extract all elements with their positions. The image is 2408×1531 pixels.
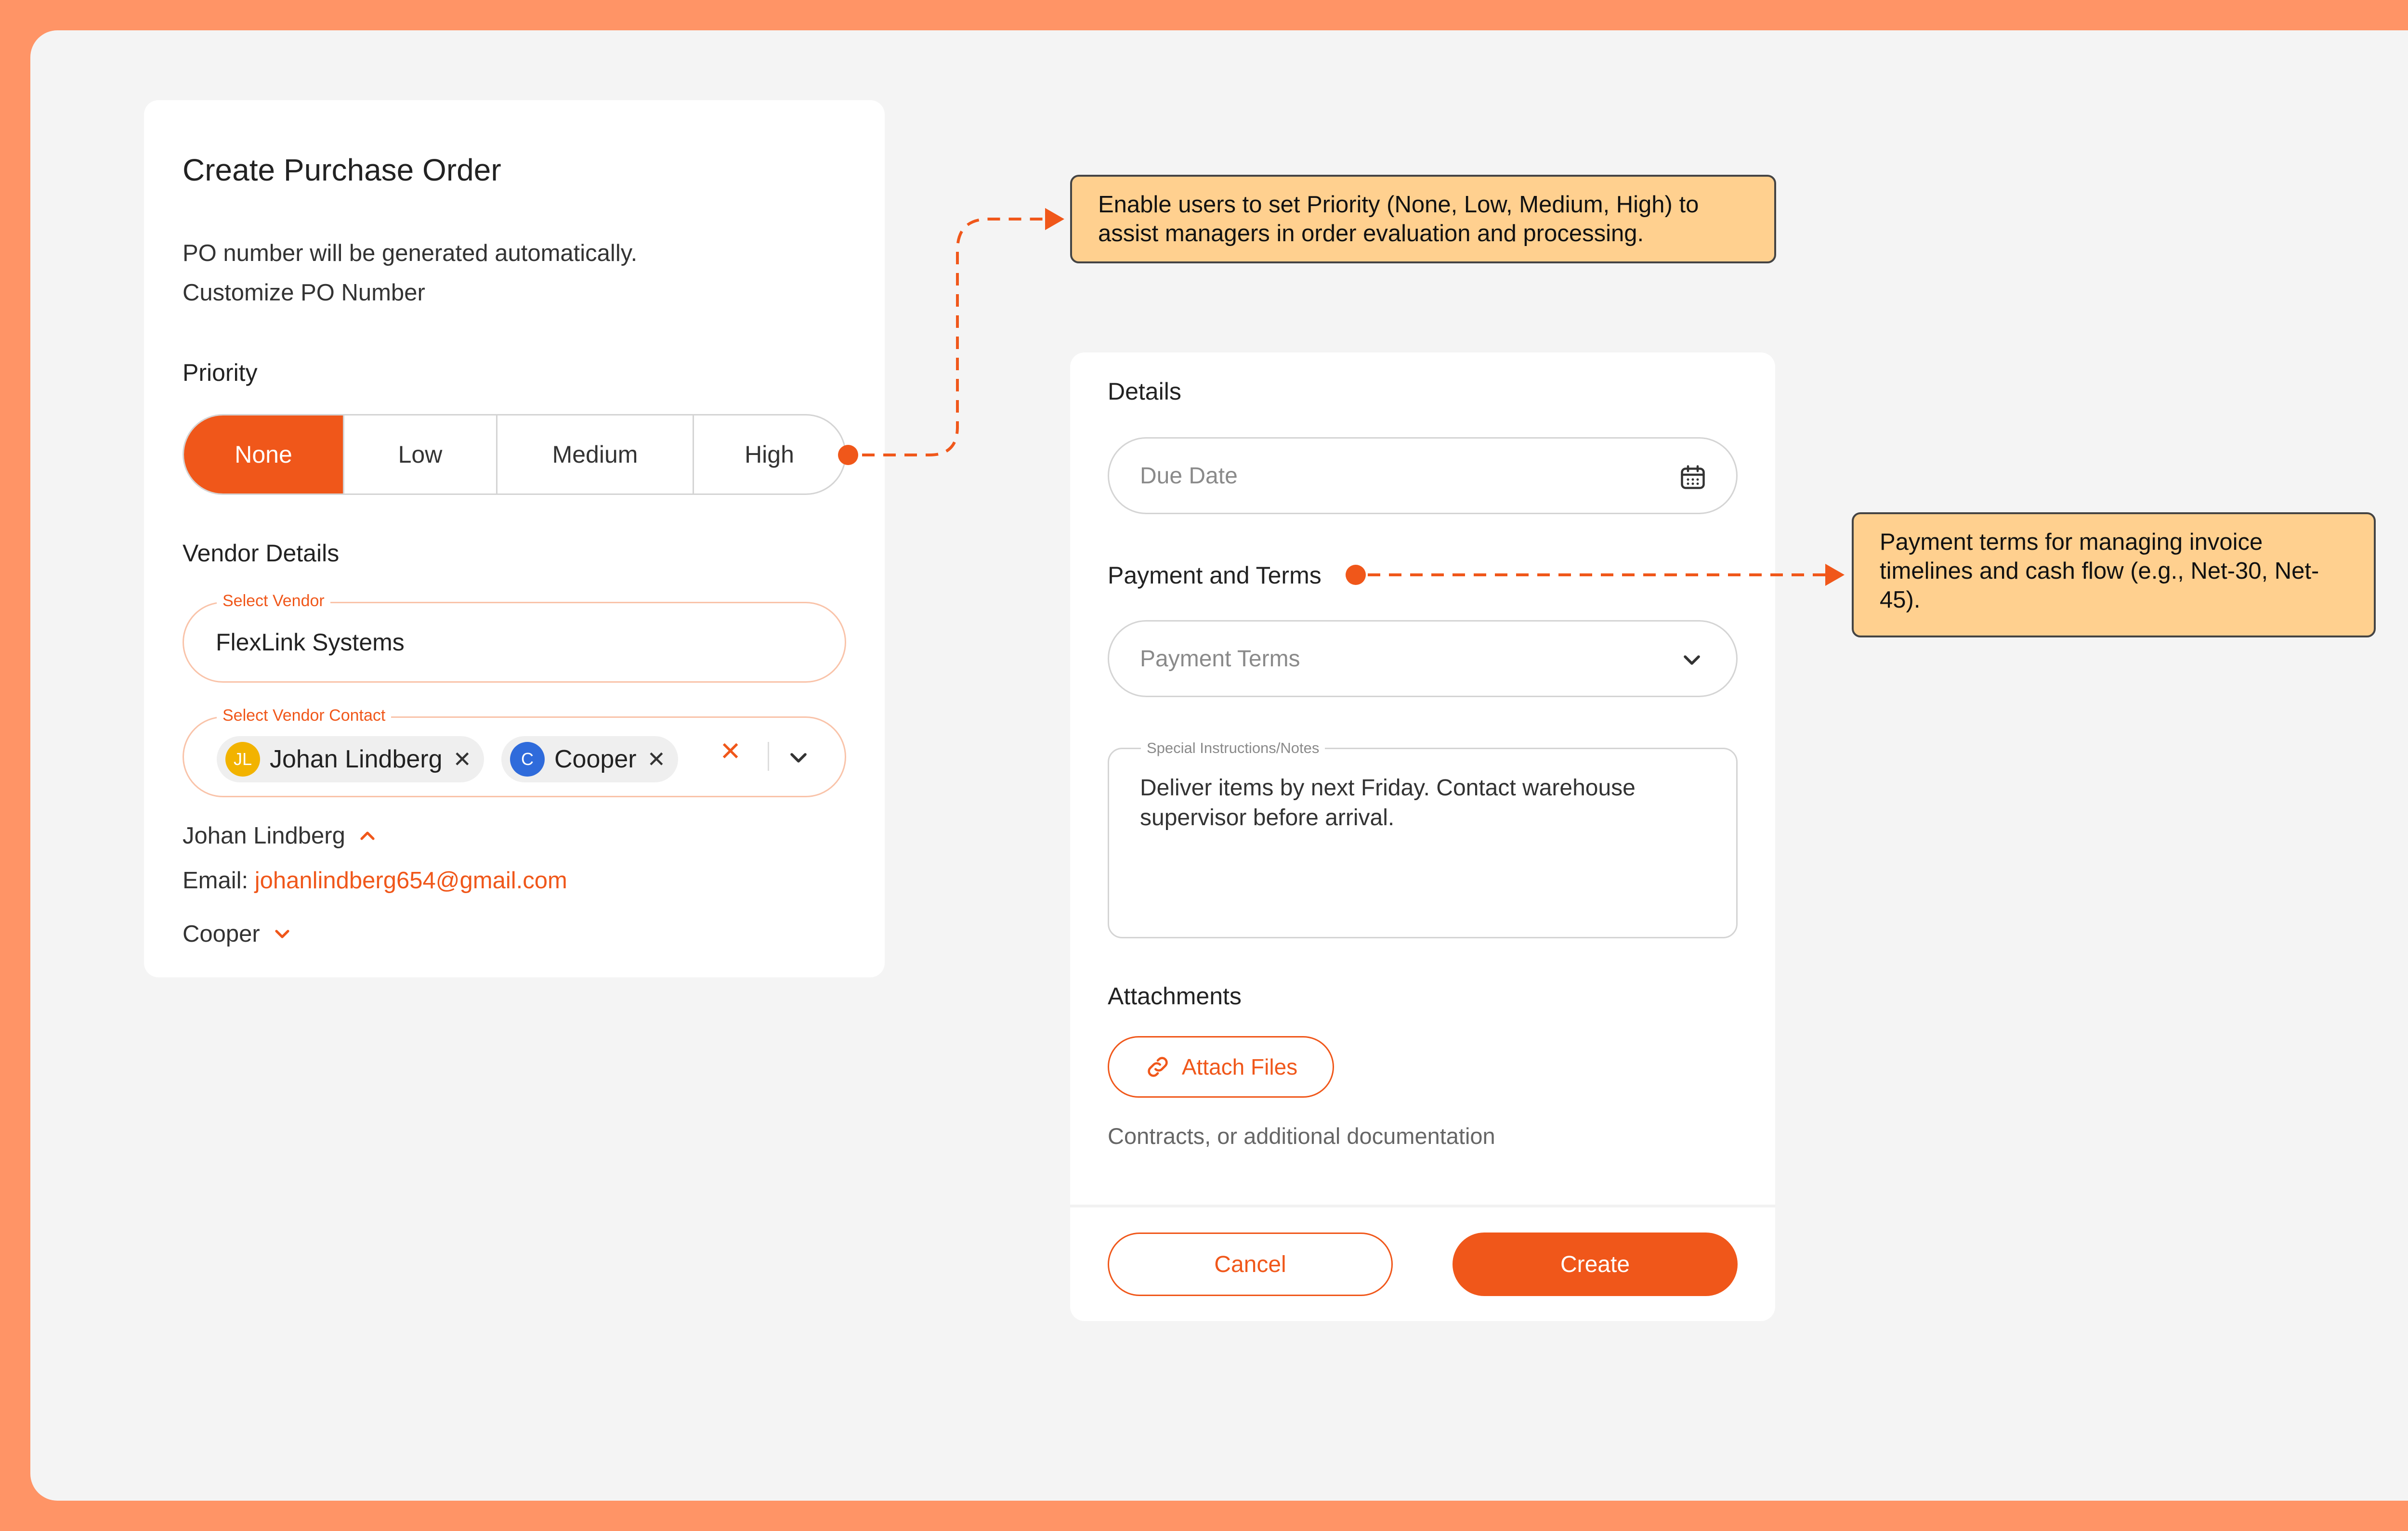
annotation-dot — [838, 445, 858, 465]
annotation-dot — [1346, 565, 1366, 585]
payment-annotation: Payment terms for managing invoice timel… — [1852, 512, 2376, 637]
priority-annotation: Enable users to set Priority (None, Low,… — [1070, 175, 1776, 263]
